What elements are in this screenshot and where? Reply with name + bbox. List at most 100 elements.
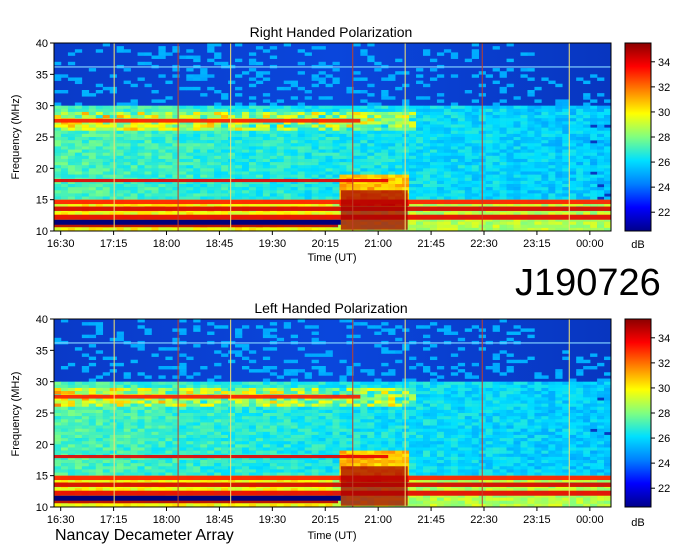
spectrogram-cell xyxy=(367,171,375,175)
spectrogram-cell xyxy=(583,115,591,119)
spectrogram-cell xyxy=(151,409,159,414)
spectrogram-cell xyxy=(123,130,131,135)
spectrogram-cell xyxy=(248,400,257,404)
spectrogram-cell xyxy=(95,193,104,197)
spectrogram-cell xyxy=(235,108,243,113)
spectrogram-cell xyxy=(381,397,389,401)
spectrogram-cell xyxy=(429,158,438,163)
spectrogram-cell xyxy=(520,359,528,364)
spectrogram-cell xyxy=(165,400,173,404)
spectrogram-cell xyxy=(416,422,424,426)
emission-band xyxy=(54,118,361,123)
spectrogram-cell xyxy=(221,193,229,197)
spectrogram-cell xyxy=(262,143,271,147)
spectrogram-cell xyxy=(576,369,584,373)
spectrogram-cell xyxy=(116,111,124,116)
spectrogram-cell xyxy=(457,158,466,163)
spectrogram-cell xyxy=(54,425,62,429)
spectrogram-cell xyxy=(95,409,104,414)
spectrogram-cell xyxy=(429,378,438,382)
spectrogram-cell xyxy=(457,168,466,172)
spectrogram-cell xyxy=(464,121,473,125)
spectrogram-cell xyxy=(269,413,278,417)
spectrogram-cell xyxy=(534,158,542,163)
spectrogram-cell xyxy=(562,149,570,153)
spectrogram-cell xyxy=(520,394,528,398)
spectrogram-cell xyxy=(74,193,83,197)
spectrogram-cell xyxy=(123,155,131,160)
spectrogram-cell xyxy=(325,196,333,200)
spectrogram-cell xyxy=(597,140,605,144)
spectrogram-cell xyxy=(506,105,514,110)
spectrogram-cell xyxy=(200,77,208,81)
spectrogram-cell xyxy=(464,130,473,135)
spectrogram-cell xyxy=(367,184,375,188)
spectrogram-cell xyxy=(332,391,340,395)
spectrogram-cell xyxy=(297,124,305,128)
spectrogram-cell xyxy=(548,143,556,147)
spectrogram-cell xyxy=(74,127,83,132)
spectrogram-cell xyxy=(429,409,438,414)
spectrogram-cell xyxy=(541,162,549,166)
spectrogram-cell xyxy=(360,105,368,110)
spectrogram-cell xyxy=(248,133,257,138)
spectrogram-cell xyxy=(576,391,584,395)
spectrogram-cell xyxy=(67,403,76,408)
spectrogram-cell xyxy=(527,187,535,191)
spectrogram-cell xyxy=(590,133,598,138)
spectrogram-cell xyxy=(290,406,298,411)
spectrogram-cell xyxy=(450,190,459,194)
spectrogram-cell xyxy=(297,115,305,119)
spectrogram-cell xyxy=(450,121,459,125)
spectrogram-cell xyxy=(332,416,340,420)
spectrogram-cell xyxy=(513,133,521,138)
spectrogram-cell xyxy=(228,350,236,354)
spectrogram-cell xyxy=(527,130,535,135)
spectrogram-cell xyxy=(374,409,382,414)
spectrogram-cell xyxy=(262,71,271,75)
spectrogram-cell xyxy=(520,409,528,414)
spectrogram-cell xyxy=(137,174,145,179)
spectrogram-cell xyxy=(130,158,138,163)
spectrogram-cell xyxy=(590,146,598,150)
spectrogram-cell xyxy=(158,111,166,116)
spectrogram-cell xyxy=(562,177,570,182)
spectrogram-cell xyxy=(597,400,605,404)
spectrogram-cell xyxy=(416,137,424,141)
spectrogram-cell xyxy=(165,158,173,163)
spectrogram-cell xyxy=(520,143,528,147)
spectrogram-cell xyxy=(583,177,591,182)
spectrogram-cell xyxy=(283,381,292,386)
spectrogram-cell xyxy=(443,190,452,194)
spectrogram-cell xyxy=(304,162,312,166)
spectrogram-cell xyxy=(67,419,76,423)
spectrogram-cell xyxy=(548,184,556,188)
spectrogram-cell xyxy=(95,155,104,160)
spectrogram-cell xyxy=(429,406,438,411)
spectrogram-cell xyxy=(116,409,124,414)
spectrogram-cell xyxy=(464,165,473,169)
spectrogram-cell xyxy=(541,180,549,185)
spectrogram-cell xyxy=(67,155,76,160)
spectrogram-cell xyxy=(109,158,117,163)
spectrogram-cell xyxy=(429,177,438,182)
spectrogram-cell xyxy=(109,127,117,132)
interference-line xyxy=(568,43,570,231)
spectrogram-cell xyxy=(409,391,417,395)
spectrogram-cell xyxy=(381,133,389,138)
spectrogram-cell xyxy=(193,55,201,59)
spectrogram-cell xyxy=(429,58,438,63)
colorbar-tick-label: 28 xyxy=(658,132,670,144)
spectrogram-cell xyxy=(262,406,271,411)
spectrogram-cell xyxy=(95,165,104,169)
spectrogram-cell xyxy=(241,149,250,153)
spectrogram-cell xyxy=(353,149,361,153)
spectrogram-cell xyxy=(54,146,62,150)
spectrogram-cell xyxy=(562,400,570,404)
spectrogram-cell xyxy=(388,143,396,147)
spectrogram-cell xyxy=(318,422,326,426)
spectrogram-cell xyxy=(374,146,382,150)
spectrogram-cell xyxy=(492,130,500,135)
spectrogram-cell xyxy=(116,391,124,395)
spectrogram-cell xyxy=(297,190,305,194)
